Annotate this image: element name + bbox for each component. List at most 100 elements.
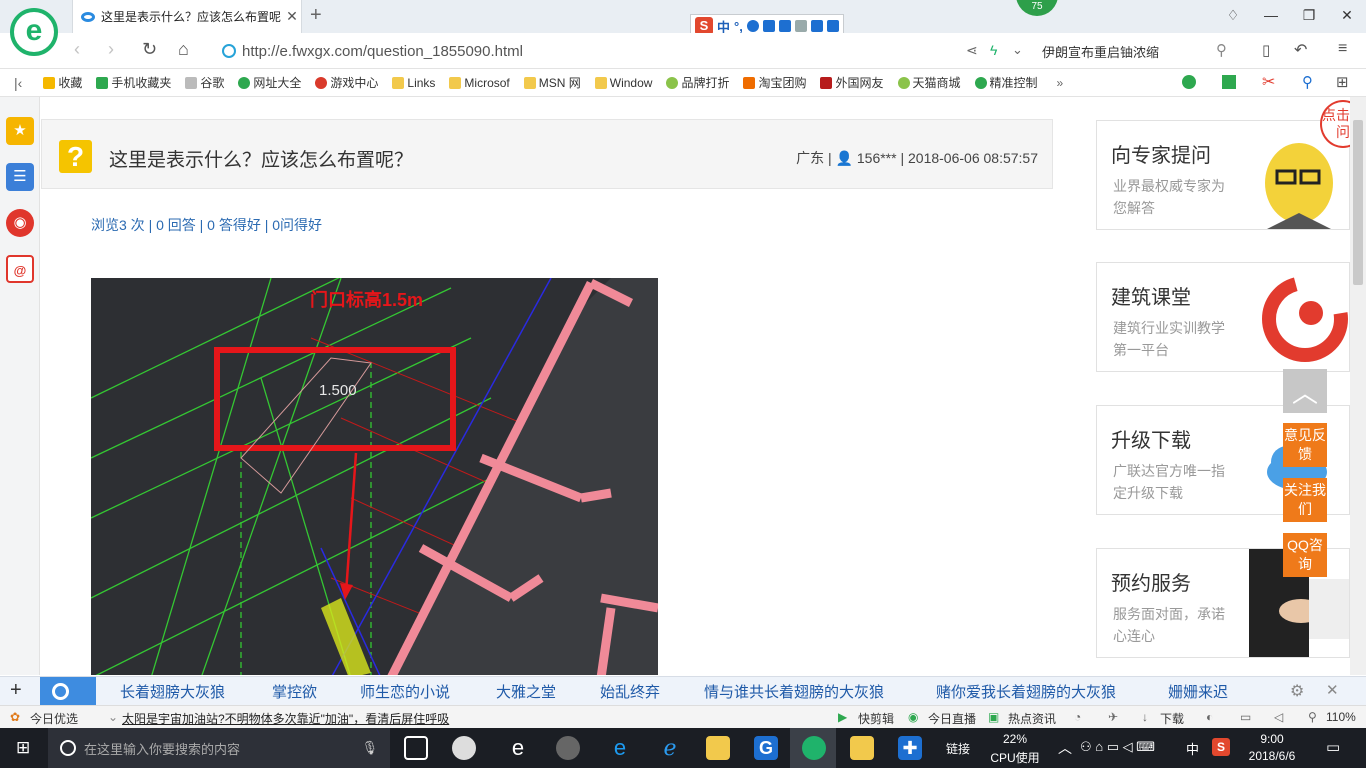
browser-active-icon[interactable] <box>802 736 826 760</box>
scrollbar-thumb[interactable] <box>1353 120 1363 285</box>
news-ticker-link[interactable]: 太阳是宇宙加油站?不明物体多次靠近"加油"，看清后屏住呼吸 <box>122 710 449 727</box>
menu-icon[interactable]: ≡ <box>1338 40 1347 58</box>
share-icon[interactable]: ⋖ <box>966 42 978 59</box>
minimize-icon[interactable]: — <box>1252 0 1290 33</box>
hot-search-logo-icon[interactable] <box>40 677 96 706</box>
back-icon[interactable]: ‹ <box>74 39 80 60</box>
user-icon[interactable] <box>794 20 807 32</box>
taskbar-search-box[interactable]: 在这里输入你要搜索的内容 🎙 <box>48 728 390 768</box>
skin-icon[interactable] <box>810 20 823 32</box>
microphone-icon[interactable]: 🎙 <box>361 740 378 756</box>
sidebar-card-classroom[interactable]: 建筑课堂 建筑行业实训教学第一平台 <box>1096 262 1350 372</box>
download-link[interactable]: 下载 <box>1160 710 1184 727</box>
hot-word[interactable]: 大雅之堂 <box>496 681 556 702</box>
tray-icons[interactable]: ⚇ ⌂ ▭ ◁ ⌨ <box>1080 739 1155 755</box>
link-label[interactable]: 链接 <box>946 740 970 757</box>
chevron-down-icon[interactable]: ⌄ <box>108 710 118 724</box>
keyboard-icon[interactable] <box>778 20 791 32</box>
follow-button[interactable]: 关注我们 <box>1283 478 1327 522</box>
bookmark-item[interactable]: 精准控制 <box>970 74 1043 91</box>
settings-gear-icon[interactable]: ⚙ <box>1290 681 1304 701</box>
browser-logo-icon[interactable]: e <box>10 8 58 56</box>
search-input[interactable]: 伊朗宣布重启铀浓缩 <box>1042 38 1242 64</box>
pin-icon[interactable]: ✈ <box>1108 710 1118 724</box>
refresh-icon[interactable]: ↻ <box>142 39 157 60</box>
bookmark-item[interactable]: 淘宝团购 <box>738 74 811 91</box>
microphone-icon[interactable] <box>762 20 775 32</box>
speed-icon[interactable]: ◔ <box>1074 710 1081 724</box>
notes-app-icon[interactable] <box>850 736 874 760</box>
bookmark-item[interactable]: 收藏 <box>38 74 87 91</box>
mute-icon[interactable]: ◁ <box>1274 710 1283 724</box>
notification-center-icon[interactable]: ▭ <box>1326 738 1340 756</box>
qq-consult-button[interactable]: QQ咨询 <box>1283 533 1327 577</box>
tab-close-icon[interactable]: ✕ <box>283 8 301 25</box>
hot-word[interactable]: 长着翅膀大灰狼 <box>120 681 225 702</box>
meta-user[interactable]: 156*** <box>857 150 897 166</box>
question-image[interactable]: 门口标高1.5m 1.500 <box>91 278 658 675</box>
home-icon[interactable]: ⌂ <box>178 39 189 60</box>
live-link[interactable]: 今日直播 <box>928 710 976 727</box>
sogou-tray-icon[interactable]: S <box>1212 738 1230 756</box>
translate-icon[interactable] <box>1222 75 1236 89</box>
file-explorer-icon[interactable] <box>706 736 730 760</box>
hot-word[interactable]: 师生恋的小说 <box>360 681 450 702</box>
bookmark-item[interactable]: 游戏中心 <box>310 74 383 91</box>
mobile-icon[interactable]: ▯ <box>1262 41 1270 59</box>
windows-start-icon[interactable]: ⊞ <box>16 739 34 757</box>
bookmark-item[interactable]: 谷歌 <box>180 74 229 91</box>
sidebar-card-expert[interactable]: 向专家提问 业界最权威专家为您解答 <box>1096 120 1350 230</box>
plus-app-icon[interactable]: ✚ <box>898 736 922 760</box>
window-icon[interactable]: ▭ <box>1240 710 1251 724</box>
new-tab-button[interactable]: + <box>310 4 322 27</box>
scissors-icon[interactable]: ✂ <box>1262 72 1275 92</box>
chevron-down-icon[interactable]: ⌄ <box>1012 42 1023 58</box>
search-icon[interactable]: ⚲ <box>1216 41 1227 59</box>
feedback-button[interactable]: 意见反馈 <box>1283 423 1327 467</box>
bookmark-item[interactable]: 天猫商城 <box>893 74 966 91</box>
browser-e-icon[interactable]: e <box>506 736 530 760</box>
ime-punct[interactable]: °, <box>734 19 743 34</box>
question-stats[interactable]: 浏览3 次 | 0 回答 | 0 答得好 | 0问得好 <box>91 215 322 235</box>
bookmark-item[interactable]: MSN 网 <box>519 74 586 91</box>
add-icon[interactable]: + <box>10 679 22 702</box>
close-window-icon[interactable]: ✕ <box>1328 0 1366 33</box>
favorites-star-icon[interactable]: ★ <box>6 117 34 145</box>
bookmark-item[interactable]: Links <box>387 76 440 90</box>
reader-list-icon[interactable]: ☰ <box>6 163 34 191</box>
sound-icon[interactable]: ◐ <box>1206 710 1213 724</box>
hot-word[interactable]: 掌控欲 <box>272 681 317 702</box>
task-view-icon[interactable] <box>404 736 428 760</box>
back-to-top-button[interactable]: ︿ <box>1283 369 1327 413</box>
fan-app-icon[interactable] <box>452 736 476 760</box>
undo-icon[interactable]: ↶ <box>1294 40 1307 60</box>
glodon-app-icon[interactable]: G <box>754 736 778 760</box>
hot-word[interactable]: 情与谁共长着翅膀的大灰狼 <box>704 681 884 702</box>
url-field[interactable]: http://e.fwxgx.com/question_1855090.html <box>222 38 1032 64</box>
zoom-level[interactable]: 110% <box>1326 710 1356 724</box>
shield-icon[interactable] <box>1182 75 1196 89</box>
forward-icon[interactable]: › <box>108 39 114 60</box>
daily-pick-label[interactable]: 今日优选 <box>30 710 78 727</box>
bookmark-item[interactable]: 品牌打折 <box>661 74 734 91</box>
bookmark-item[interactable]: 外国网友 <box>815 74 888 91</box>
bookmark-item[interactable]: 手机收藏夹 <box>91 74 176 91</box>
close-icon[interactable]: ✕ <box>1326 681 1339 699</box>
bookmark-item[interactable]: Window <box>590 76 658 90</box>
clock-time[interactable]: 9:00 <box>1244 732 1300 746</box>
tools-icon[interactable] <box>826 20 839 32</box>
smiley-icon[interactable] <box>746 20 759 32</box>
more-bookmarks-icon[interactable]: » <box>1057 76 1064 90</box>
kuaijian-link[interactable]: 快剪辑 <box>858 710 894 727</box>
edge-icon[interactable]: e <box>608 736 632 760</box>
bookmark-item[interactable]: Microsof <box>444 76 514 90</box>
tray-expand-icon[interactable]: ︿ <box>1058 738 1072 758</box>
input-language[interactable]: 中 <box>1186 739 1199 758</box>
swirl-app-icon[interactable] <box>556 736 580 760</box>
weibo-icon[interactable]: ◉ <box>6 209 34 237</box>
apps-grid-icon[interactable]: ⊞ <box>1336 73 1349 91</box>
bookmark-item[interactable]: 网址大全 <box>233 74 306 91</box>
tab-active[interactable]: 这里是表示什么？应该怎么布置呢 ✕ <box>72 0 302 33</box>
skin-button-icon[interactable]: ♢ <box>1214 0 1252 33</box>
restore-icon[interactable]: ❐ <box>1290 0 1328 33</box>
